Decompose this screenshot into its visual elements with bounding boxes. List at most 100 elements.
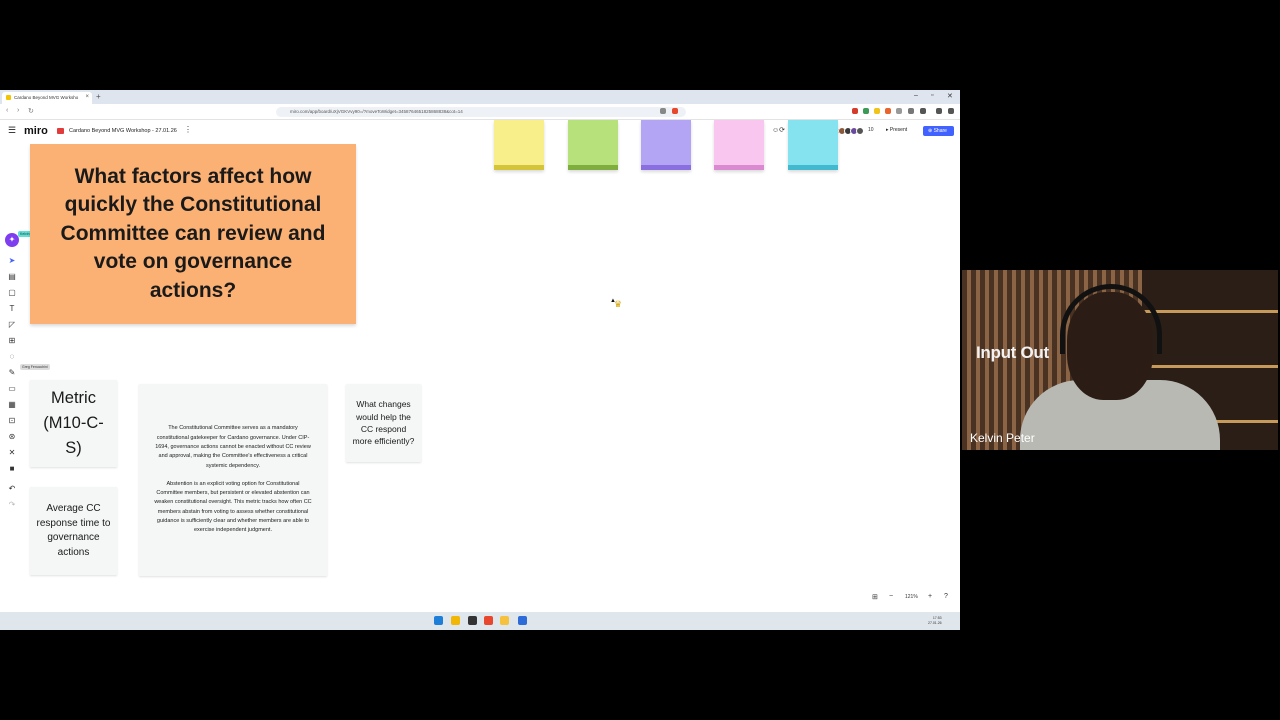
address-bar: ‹ › ↻ miro.com/app/board/uXjVGKVvy90=/?m… bbox=[0, 104, 960, 120]
forward-icon[interactable]: › bbox=[17, 107, 19, 114]
palette-sticky-note[interactable] bbox=[568, 120, 618, 170]
creation-toolbar: ➤ ▤ ▢ T ◸ ⊞ ◌ ✎ ▭ ▦ ⊡ ⊛ ✕ ■ ↶ ↷ bbox=[5, 234, 19, 524]
shelf-light bbox=[1142, 310, 1278, 313]
close-window-icon[interactable]: ✕ bbox=[947, 92, 953, 100]
palette-sticky-note[interactable] bbox=[714, 120, 764, 170]
start-icon[interactable] bbox=[434, 616, 443, 625]
question-text: What factors affect how quickly the Cons… bbox=[60, 164, 326, 302]
metric-text: Metric (M10-C-S) bbox=[43, 389, 104, 457]
zoom-controls: ⊞ − 121% + ? bbox=[870, 593, 956, 605]
share-button[interactable]: ⊕ Share bbox=[923, 126, 954, 136]
miro-favicon-icon bbox=[6, 95, 11, 100]
changes-card[interactable]: What changes would help the CC respond m… bbox=[346, 384, 421, 462]
sticky-band bbox=[788, 165, 838, 170]
file-explorer-icon[interactable] bbox=[500, 616, 509, 625]
collaborator-cursor-label: Greg Fenucchini bbox=[20, 364, 50, 370]
extension-icon[interactable] bbox=[908, 108, 914, 114]
frame-icon[interactable]: ▭ bbox=[5, 382, 19, 396]
upload-icon[interactable]: ⊡ bbox=[5, 414, 19, 428]
connector-icon[interactable]: ✕ bbox=[5, 446, 19, 460]
palette-sticky-note[interactable] bbox=[641, 120, 691, 170]
minimize-icon[interactable]: – bbox=[914, 92, 918, 99]
browser-tab[interactable]: Cardano Beyond MVG Worksho × bbox=[2, 92, 92, 104]
tab-bar: Cardano Beyond MVG Worksho × + – ▫ ✕ bbox=[0, 90, 960, 104]
clock-date: 27.01.26 bbox=[928, 621, 942, 625]
crown-icon: ♛ bbox=[614, 299, 623, 309]
close-tab-icon[interactable]: × bbox=[85, 94, 89, 100]
back-icon[interactable]: ‹ bbox=[6, 107, 8, 114]
comment-icon[interactable]: ◸ bbox=[5, 318, 19, 332]
description-paragraph: The Constitutional Committee serves as a… bbox=[155, 425, 311, 469]
share-page-icon[interactable] bbox=[660, 108, 666, 114]
board-menu-icon[interactable]: ⋮ bbox=[184, 125, 192, 134]
search-icon[interactable] bbox=[451, 616, 460, 625]
palette-sticky-note[interactable] bbox=[494, 120, 544, 170]
question-sticky[interactable]: What factors affect how quickly the Cons… bbox=[30, 144, 356, 324]
os-taskbar: 17:53 27.01.26 bbox=[0, 612, 960, 630]
select-tool-icon[interactable]: ➤ bbox=[5, 254, 19, 268]
tab-title: Cardano Beyond MVG Worksho bbox=[14, 95, 79, 100]
extension-icon[interactable] bbox=[852, 108, 858, 114]
apps-icon[interactable]: ⊛ bbox=[5, 430, 19, 444]
changes-text: What changes would help the CC respond m… bbox=[352, 399, 415, 447]
average-response-card[interactable]: Average CC response time to governance a… bbox=[30, 487, 117, 575]
share-label: Share bbox=[933, 128, 947, 134]
sticky-band bbox=[568, 165, 618, 170]
chat-icon[interactable]: ◌ bbox=[5, 350, 19, 364]
zoom-in-icon[interactable]: + bbox=[928, 593, 932, 600]
system-clock[interactable]: 17:53 27.01.26 bbox=[928, 616, 942, 626]
text-tool-icon[interactable]: T bbox=[5, 302, 19, 316]
undo-icon[interactable]: ↶ bbox=[5, 482, 19, 496]
present-label: Present bbox=[889, 127, 908, 133]
menu-icon[interactable] bbox=[948, 108, 954, 114]
new-tab-icon[interactable]: + bbox=[96, 92, 101, 101]
pen-icon[interactable]: ✎ bbox=[5, 366, 19, 380]
sticky-band bbox=[714, 165, 764, 170]
table-icon[interactable]: ▦ bbox=[5, 398, 19, 412]
main-menu-icon[interactable]: ☰ bbox=[8, 125, 16, 136]
shapes-icon[interactable]: ⊞ bbox=[5, 334, 19, 348]
board-icon bbox=[57, 128, 64, 134]
reload-icon[interactable]: ↻ bbox=[28, 107, 34, 115]
shelf-light bbox=[1142, 365, 1278, 368]
extension-icon[interactable] bbox=[863, 108, 869, 114]
sticky-note-icon[interactable]: ▢ bbox=[5, 286, 19, 300]
extension-icon[interactable] bbox=[885, 108, 891, 114]
metric-card[interactable]: Metric (M10-C-S) bbox=[30, 380, 117, 467]
sticky-band bbox=[641, 165, 691, 170]
participant-count[interactable]: 10 bbox=[868, 127, 874, 133]
description-paragraph: Abstention is an explicit voting option … bbox=[154, 480, 312, 534]
browser-window: Cardano Beyond MVG Worksho × + – ▫ ✕ ‹ ›… bbox=[0, 90, 960, 630]
board-canvas[interactable]: ✦ Kelvin Peter Greg Fenucchini ➤ ▤ ▢ T ◸… bbox=[0, 120, 960, 612]
url-input[interactable]: miro.com/app/board/uXjVGKVvy90=/?moveToW… bbox=[276, 107, 686, 117]
average-response-text: Average CC response time to governance a… bbox=[36, 503, 111, 558]
board-name[interactable]: Cardano Beyond MVG Workshop - 27.01.26 bbox=[69, 128, 177, 134]
extension-icon[interactable] bbox=[896, 108, 902, 114]
brave-shield-icon[interactable] bbox=[672, 108, 678, 114]
zoom-out-icon[interactable]: − bbox=[889, 593, 893, 600]
zoom-level[interactable]: 121% bbox=[905, 594, 918, 600]
screen: Cardano Beyond MVG Worksho × + – ▫ ✕ ‹ ›… bbox=[0, 0, 1280, 720]
palette-sticky-note[interactable] bbox=[788, 120, 838, 170]
avatar[interactable] bbox=[856, 127, 864, 135]
app-icon[interactable] bbox=[518, 616, 527, 625]
reactions-icon[interactable]: ☺⟳ bbox=[772, 126, 785, 134]
templates-icon[interactable]: ▤ bbox=[5, 270, 19, 284]
present-button[interactable]: ▸ Present bbox=[886, 127, 907, 133]
fit-screen-icon[interactable]: ⊞ bbox=[872, 593, 878, 601]
participant-name: Kelvin Peter bbox=[970, 431, 1035, 445]
more-tools-icon[interactable]: ■ bbox=[5, 462, 19, 476]
sticky-band bbox=[494, 165, 544, 170]
sidebar-icon[interactable] bbox=[920, 108, 926, 114]
extension-icon[interactable] bbox=[874, 108, 880, 114]
brave-icon[interactable] bbox=[484, 616, 493, 625]
task-view-icon[interactable] bbox=[468, 616, 477, 625]
miro-logo[interactable]: miro bbox=[24, 125, 48, 137]
maximize-icon[interactable]: ▫ bbox=[931, 92, 933, 99]
description-card[interactable]: The Constitutional Committee serves as a… bbox=[139, 384, 327, 576]
redo-icon[interactable]: ↷ bbox=[5, 498, 19, 512]
help-icon[interactable]: ? bbox=[944, 593, 948, 600]
overlay-text: Input Out bbox=[976, 343, 1049, 362]
webcam-feed: Input Out Kelvin Peter bbox=[962, 270, 1278, 450]
wallet-icon[interactable] bbox=[936, 108, 942, 114]
